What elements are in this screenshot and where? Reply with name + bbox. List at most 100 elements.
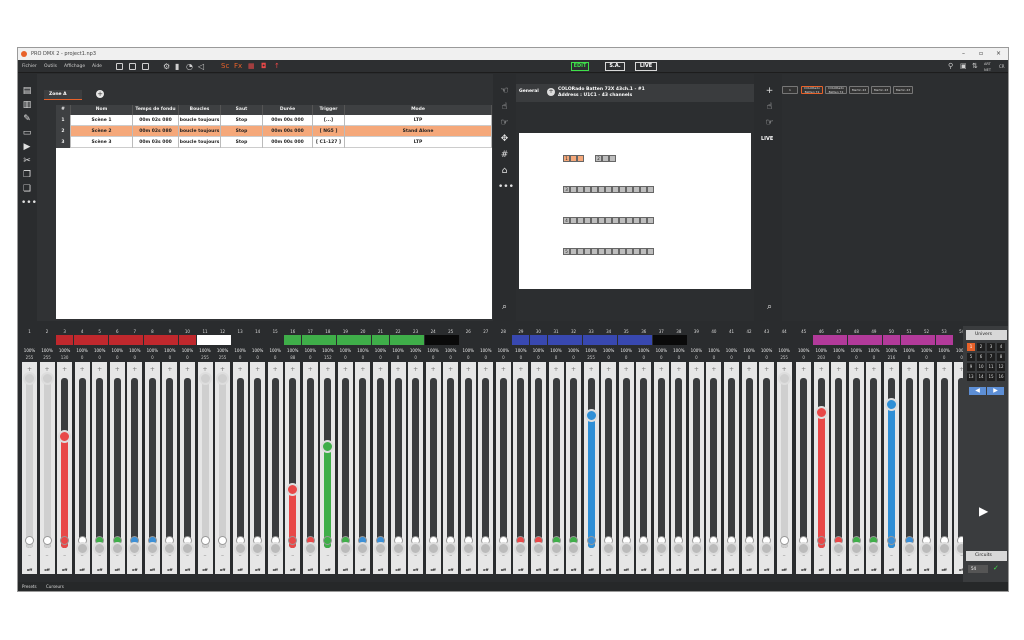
increase-button[interactable]: +: [565, 366, 582, 373]
fader-handle[interactable]: [920, 542, 934, 555]
fader-track[interactable]: [254, 378, 262, 548]
fader-handle[interactable]: [303, 542, 317, 555]
cell[interactable]: [626, 248, 633, 255]
cell[interactable]: [619, 186, 626, 193]
fader-track[interactable]: [324, 378, 332, 548]
increase-button[interactable]: +: [74, 366, 91, 373]
channel-color-swatch[interactable]: [705, 335, 723, 345]
fader-track[interactable]: [377, 378, 384, 548]
channel-color-swatch[interactable]: [249, 335, 267, 345]
decrease-button[interactable]: –: [813, 552, 830, 559]
fader-track[interactable]: [870, 378, 878, 548]
fader-track[interactable]: [923, 378, 931, 548]
menu-affichage[interactable]: Affichage: [64, 60, 85, 73]
table-row[interactable]: 3 Scène 3 00m 03s 000 boucle toujours St…: [56, 137, 492, 148]
fader-handle[interactable]: [549, 542, 563, 555]
timer-icon[interactable]: ◔: [186, 60, 193, 73]
network-icon[interactable]: ⇅: [972, 60, 978, 73]
fader-track[interactable]: [622, 378, 630, 548]
fader-track[interactable]: [675, 378, 683, 548]
increase-button[interactable]: +: [883, 366, 900, 373]
table-row-selected[interactable]: 2 Scène 2 00m 02s 080 boucle toujours St…: [56, 126, 492, 137]
fader-handle[interactable]: [619, 542, 633, 555]
increase-button[interactable]: +: [530, 366, 547, 373]
cell[interactable]: [647, 186, 654, 193]
cell[interactable]: [577, 217, 584, 224]
next-universe-button[interactable]: ▶: [987, 387, 1004, 395]
check-icon[interactable]: ✓: [993, 564, 999, 572]
channel-color-swatch[interactable]: [830, 335, 848, 345]
cell[interactable]: [619, 217, 626, 224]
fader-handle[interactable]: [374, 542, 387, 555]
fader-track[interactable]: [113, 378, 121, 548]
channel-color-swatch[interactable]: [900, 335, 918, 345]
menu-outils[interactable]: Outils: [44, 60, 57, 73]
add-zone-button[interactable]: +: [96, 90, 104, 98]
decrease-button[interactable]: –: [883, 552, 900, 559]
bar-chart-icon[interactable]: ▮: [175, 60, 179, 73]
increase-button[interactable]: +: [918, 366, 935, 373]
open-folder-icon[interactable]: [129, 63, 136, 70]
usb-icon[interactable]: ⚲: [948, 60, 953, 73]
fader-track[interactable]: [570, 378, 578, 548]
play-icon[interactable]: ▶: [979, 504, 988, 518]
fader-track[interactable]: [341, 378, 349, 548]
fader-track[interactable]: [26, 378, 33, 548]
increase-button[interactable]: +: [583, 366, 600, 373]
channel-color-swatch[interactable]: [56, 335, 74, 345]
decrease-button[interactable]: –: [39, 552, 56, 559]
fader-track[interactable]: [148, 378, 156, 548]
fader-track[interactable]: [940, 378, 948, 548]
increase-button[interactable]: +: [670, 366, 687, 373]
device-icon[interactable]: ▣: [960, 60, 967, 73]
cell[interactable]: [570, 248, 577, 255]
increase-button[interactable]: +: [302, 366, 319, 373]
channel-color-swatch[interactable]: [442, 335, 460, 345]
fader-track[interactable]: [657, 378, 665, 548]
cell[interactable]: [602, 155, 609, 162]
cell[interactable]: [577, 248, 584, 255]
decrease-button[interactable]: –: [284, 552, 301, 559]
fader-handle[interactable]: [145, 542, 159, 555]
increase-button[interactable]: +: [618, 366, 635, 373]
increase-button[interactable]: +: [865, 366, 882, 373]
cell[interactable]: [577, 155, 584, 162]
fader-handle[interactable]: [531, 542, 545, 555]
circuit-count-input[interactable]: 54: [968, 565, 988, 573]
channel-color-swatch[interactable]: [424, 335, 442, 345]
increase-button[interactable]: +: [144, 366, 161, 373]
universe-title[interactable]: Univers: [966, 330, 1007, 340]
increase-button[interactable]: +: [512, 366, 529, 373]
channel-color-swatch[interactable]: [918, 335, 936, 345]
fader-handle[interactable]: [777, 372, 791, 385]
increase-button[interactable]: +: [741, 366, 758, 373]
tab-curseurs[interactable]: Curseurs: [46, 584, 64, 589]
increase-button[interactable]: +: [548, 366, 565, 373]
edit-scene-icon[interactable]: ✎: [21, 114, 33, 125]
channel-color-swatch[interactable]: [582, 335, 600, 345]
channel-color-swatch[interactable]: [91, 335, 109, 345]
hand-multi-icon[interactable]: ☞: [763, 118, 776, 129]
fader-track[interactable]: [78, 378, 86, 548]
increase-button[interactable]: +: [653, 366, 670, 373]
cell[interactable]: [598, 248, 605, 255]
cell[interactable]: [570, 155, 577, 162]
fader-handle[interactable]: [233, 542, 247, 555]
fader-track[interactable]: [464, 378, 472, 548]
new-file-icon[interactable]: [116, 63, 123, 70]
universe-number-button[interactable]: 6: [977, 353, 985, 361]
cell[interactable]: [612, 186, 619, 193]
cell[interactable]: [640, 217, 647, 224]
fader-track[interactable]: [412, 378, 420, 548]
fader-track[interactable]: [817, 378, 825, 548]
cell[interactable]: [598, 217, 605, 224]
increase-button[interactable]: +: [319, 366, 336, 373]
fixture-canvas[interactable]: 1 2 3 4 5: [519, 133, 751, 289]
cell[interactable]: [591, 217, 598, 224]
fader-track[interactable]: [763, 378, 771, 548]
channel-color-swatch[interactable]: [214, 335, 232, 345]
increase-button[interactable]: +: [795, 366, 812, 373]
multi-select-icon[interactable]: ☞: [498, 118, 511, 129]
fader-track[interactable]: [499, 378, 507, 548]
fader-track[interactable]: [236, 378, 244, 548]
